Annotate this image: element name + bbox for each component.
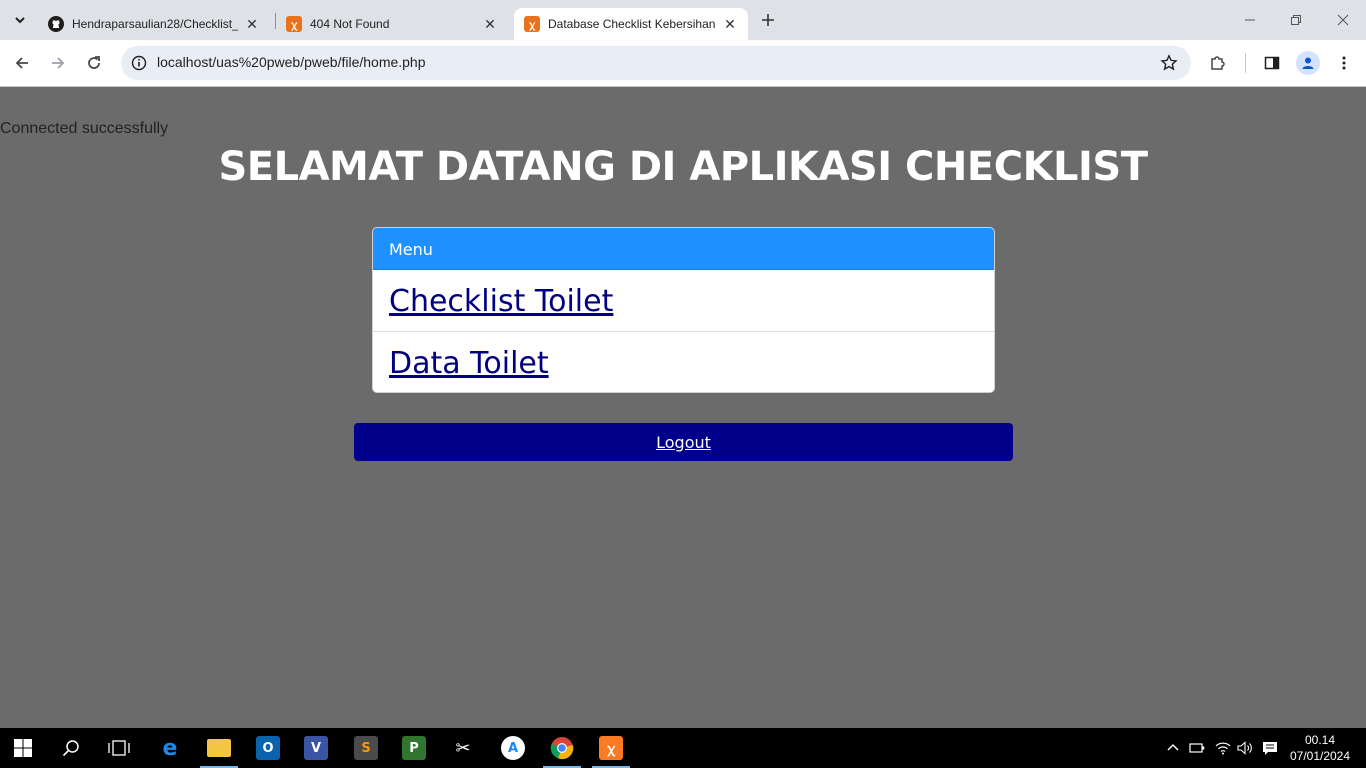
taskbar-edge[interactable]: e [147, 728, 193, 768]
taskbar-project[interactable]: P [391, 728, 437, 768]
chevron-down-icon [15, 17, 25, 24]
taskbar-chrome[interactable] [539, 728, 585, 768]
extensions-button[interactable] [1206, 51, 1230, 75]
network-status[interactable] [1212, 728, 1234, 768]
battery-icon [1189, 743, 1205, 753]
xampp-icon: ꭓ [599, 736, 623, 760]
close-icon [1337, 14, 1349, 26]
xampp-icon: ꭓ [286, 16, 302, 32]
visio-icon: V [304, 736, 328, 760]
new-tab-button[interactable] [756, 8, 780, 32]
taskbar-snipping-tool[interactable]: ✂ [440, 728, 486, 768]
tab-title: Database Checklist Kebersihan [548, 17, 716, 31]
checklist-toilet-link[interactable]: Checklist Toilet [389, 284, 613, 319]
url-text[interactable]: localhost/uas%20pweb/pweb/file/home.php [157, 54, 426, 70]
windows-taskbar: e O V S P ✂ A ꭓ 00.14 07/01/2024 [0, 728, 1366, 768]
search-icon [62, 740, 79, 757]
side-panel-icon [1264, 56, 1280, 70]
arrow-left-icon [15, 57, 28, 69]
close-tab-icon[interactable]: ✕ [482, 16, 498, 32]
menu-item: Data Toilet [373, 332, 994, 392]
task-view-button[interactable] [96, 728, 142, 768]
minimize-icon [1245, 19, 1255, 21]
site-info-icon[interactable] [129, 53, 149, 73]
menu-header: Menu [373, 228, 994, 270]
data-toilet-link[interactable]: Data Toilet [389, 346, 549, 381]
action-center-button[interactable] [1258, 728, 1282, 768]
logout-link[interactable]: Logout [656, 433, 711, 452]
clock-time: 00.14 [1304, 733, 1336, 747]
taskbar-file-explorer[interactable] [196, 728, 242, 768]
task-view-icon [108, 740, 130, 756]
taskbar-clock[interactable]: 00.14 07/01/2024 [1284, 732, 1356, 764]
browser-menu-button[interactable] [1332, 51, 1356, 75]
puzzle-icon [1211, 56, 1225, 70]
reload-button[interactable] [82, 51, 106, 75]
tab-search-button[interactable] [8, 8, 32, 32]
restore-icon [1291, 15, 1301, 25]
xampp-icon: ꭓ [524, 16, 540, 32]
close-window-button[interactable] [1331, 8, 1355, 32]
tab-title: Hendraparsaulian28/Checklist_ [72, 17, 238, 31]
taskbar-visio[interactable]: V [293, 728, 339, 768]
chevron-up-icon [1167, 744, 1179, 751]
profile-avatar[interactable] [1296, 51, 1320, 75]
tab-404[interactable]: ꭓ 404 Not Found ✕ [276, 8, 508, 40]
minimize-button[interactable] [1238, 8, 1262, 32]
forward-button[interactable] [46, 51, 70, 75]
taskbar-outlook[interactable]: O [245, 728, 291, 768]
arrow-right-icon [52, 57, 65, 69]
reload-icon [88, 56, 100, 69]
page-content: Connected successfully SELAMAT DATANG DI… [0, 88, 1366, 728]
bookmark-star-icon[interactable] [1159, 53, 1179, 73]
tab-title: 404 Not Found [310, 17, 390, 31]
menu-card: Menu Checklist Toilet Data Toilet [372, 227, 995, 393]
search-button[interactable] [48, 728, 94, 768]
project-icon: P [402, 736, 426, 760]
notification-icon [1263, 742, 1277, 755]
tab-database-checklist[interactable]: ꭓ Database Checklist Kebersihan ✕ [514, 8, 748, 40]
windows-logo-icon [14, 739, 32, 757]
github-icon [48, 16, 64, 32]
more-vertical-icon [1342, 56, 1346, 70]
outlook-icon: O [256, 736, 280, 760]
browser-toolbar: localhost/uas%20pweb/pweb/file/home.php [0, 40, 1366, 87]
toolbar-divider [1245, 53, 1246, 73]
taskbar-xampp[interactable]: ꭓ [588, 728, 634, 768]
menu-item: Checklist Toilet [373, 270, 994, 332]
restore-button[interactable] [1284, 8, 1308, 32]
connection-status: Connected successfully [0, 120, 169, 137]
edge-icon: e [162, 735, 178, 761]
sublime-text-icon: S [354, 736, 378, 760]
close-tab-icon[interactable]: ✕ [722, 16, 738, 32]
chrome-icon [550, 737, 574, 760]
battery-status[interactable] [1186, 728, 1208, 768]
wifi-icon [1215, 742, 1231, 755]
show-hidden-icons-button[interactable] [1162, 728, 1184, 768]
clock-date: 07/01/2024 [1289, 749, 1351, 763]
taskbar-sublime-text[interactable]: S [343, 728, 389, 768]
tab-github[interactable]: Hendraparsaulian28/Checklist_ ✕ [38, 8, 270, 40]
scissors-icon: ✂ [455, 737, 471, 759]
address-bar[interactable]: localhost/uas%20pweb/pweb/file/home.php [121, 46, 1191, 80]
logout-button[interactable]: Logout [354, 423, 1013, 461]
browser-tab-strip: Hendraparsaulian28/Checklist_ ✕ ꭓ 404 No… [0, 0, 1366, 40]
plus-icon [762, 14, 774, 26]
person-icon [1302, 57, 1314, 69]
page-title: SELAMAT DATANG DI APLIKASI CHECKLIST [218, 144, 1148, 190]
app-store-icon: A [501, 736, 525, 760]
folder-icon [207, 739, 231, 757]
taskbar-app-store[interactable]: A [490, 728, 536, 768]
close-tab-icon[interactable]: ✕ [244, 16, 260, 32]
side-panel-button[interactable] [1260, 51, 1284, 75]
speaker-icon [1237, 741, 1252, 755]
volume-control[interactable] [1234, 728, 1256, 768]
start-button[interactable] [0, 728, 46, 768]
back-button[interactable] [10, 51, 34, 75]
